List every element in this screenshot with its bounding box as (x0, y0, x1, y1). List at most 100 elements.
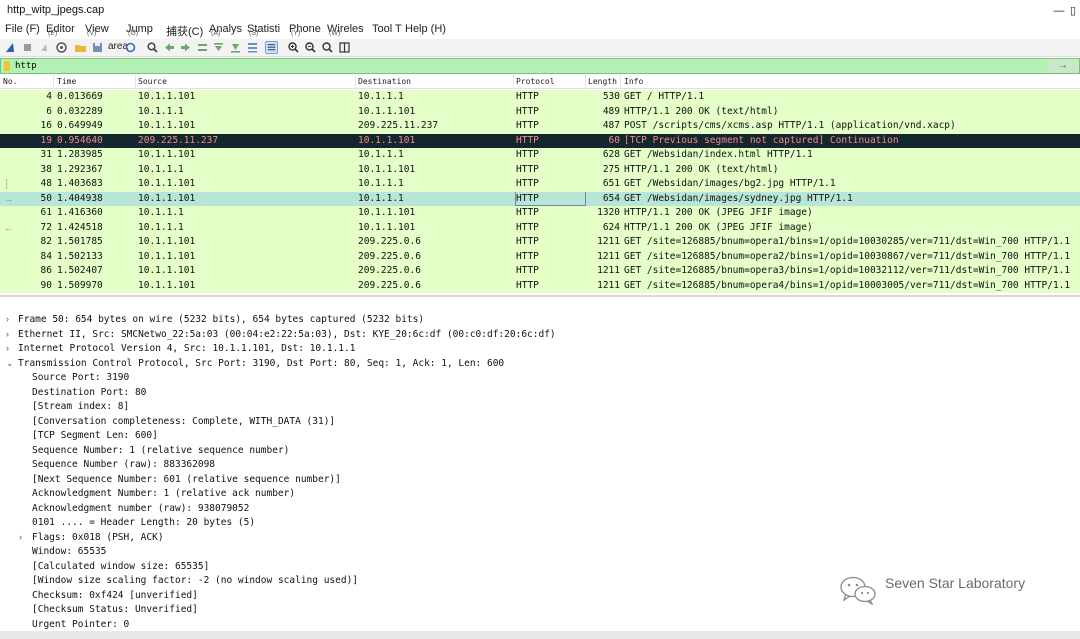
column-header-no[interactable]: No. (3, 77, 17, 86)
go-forward-icon[interactable] (179, 41, 192, 54)
packet-list: 4 0.013669 10.1.1.101 10.1.1.1 HTTP 530 GET / … (0, 90, 1080, 295)
packet-cell-src: 10.1.1.101 (138, 149, 196, 160)
detail-tree-item[interactable]: Sequence Number (raw): 883362098 (32, 458, 215, 473)
detail-tree-item[interactable]: Window: 65535 (32, 545, 106, 560)
expand-arrow-icon[interactable]: › (19, 532, 22, 542)
detail-tree-item[interactable]: [Window size scaling factor: -2 (no wind… (32, 574, 358, 589)
packet-cell-no: 6 (46, 105, 52, 117)
expand-arrow-icon[interactable]: › (6, 343, 9, 353)
shark-fin-start-icon[interactable] (4, 41, 17, 54)
last-packet-icon[interactable] (229, 41, 242, 54)
stop-capture-icon[interactable] (21, 41, 34, 54)
packet-row[interactable]: 48 1.403683 10.1.1.101 10.1.1.1 HTTP 651 GET /… (0, 177, 1080, 192)
colorize-icon[interactable] (265, 41, 278, 54)
packet-row[interactable]: 90 1.509970 10.1.1.101 209.225.0.6 HTTP 1211 G… (0, 278, 1080, 293)
packet-row[interactable]: 82 1.501785 10.1.1.101 209.225.0.6 HTTP 1211 G… (0, 235, 1080, 250)
column-divider[interactable] (355, 75, 356, 89)
detail-tree-item[interactable]: Transmission Control Protocol, Src Port:… (18, 357, 504, 372)
column-header-source[interactable]: Source (138, 77, 167, 86)
reload-icon[interactable] (124, 41, 137, 54)
column-header-time[interactable]: Time (57, 77, 76, 86)
detail-tree-item[interactable]: Source Port: 3190 (32, 371, 129, 386)
detail-tree-item[interactable]: Checksum: 0xf424 [unverified] (32, 589, 198, 604)
first-packet-icon[interactable] (212, 41, 225, 54)
detail-tree-item[interactable]: Sequence Number: 1 (relative sequence nu… (32, 444, 289, 459)
go-back-icon[interactable] (163, 41, 176, 54)
packet-cell-time: 0.649949 (57, 120, 103, 131)
save-file-icon[interactable] (91, 41, 104, 54)
packet-row[interactable]: 61 1.416360 10.1.1.1 10.1.1.101 HTTP 1320 HTTP… (0, 206, 1080, 221)
detail-tree-item[interactable]: [Next Sequence Number: 601 (relative seq… (32, 473, 341, 488)
detail-tree-item[interactable]: [Stream index: 8] (32, 400, 129, 415)
zoom-in-icon[interactable] (287, 41, 300, 54)
menu-item-mnemonic: (W) (329, 30, 341, 37)
collapse-arrow-icon[interactable]: ⌄ (6, 358, 14, 369)
packet-cell-proto: HTTP (516, 91, 539, 102)
display-filter-bar: → (0, 58, 1080, 74)
column-header-protocol[interactable]: Protocol (516, 77, 555, 86)
packet-cell-no: 19 (40, 134, 52, 146)
apply-filter-button[interactable]: → (1047, 59, 1079, 73)
detail-tree-item[interactable]: Frame 50: 654 bytes on wire (5232 bits),… (18, 313, 424, 328)
normal-size-icon[interactable] (321, 41, 334, 54)
menu-item[interactable]: File (F) (5, 23, 40, 35)
column-divider[interactable] (585, 75, 586, 89)
packet-cell-len: 1320 (597, 207, 620, 218)
packet-row[interactable]: 84 1.502133 10.1.1.101 209.225.0.6 HTTP 1211 G… (0, 249, 1080, 264)
packet-row[interactable]: 6 0.032289 10.1.1.1 10.1.1.101 HTTP 489 HTTP/1… (0, 104, 1080, 119)
pane-splitter[interactable] (0, 295, 1080, 311)
column-header-length[interactable]: Length (588, 77, 617, 86)
packet-cell-info: GET / HTTP/1.1 (624, 91, 705, 102)
packet-cell-proto: HTTP (516, 178, 539, 189)
packet-cell-time: 0.954640 (57, 134, 103, 146)
open-file-icon[interactable] (74, 41, 87, 54)
resize-columns-icon[interactable] (338, 41, 351, 54)
column-header-destination[interactable]: Destination (358, 77, 411, 86)
column-divider[interactable] (513, 75, 514, 89)
maximize-button[interactable]: ▯ (1066, 0, 1080, 22)
packet-cell-proto: HTTP (516, 279, 539, 291)
restart-capture-icon[interactable] (38, 41, 51, 54)
packet-row[interactable]: 4 0.013669 10.1.1.101 10.1.1.1 HTTP 530 GET / … (0, 90, 1080, 105)
menu-item[interactable]: Help (H) (405, 23, 446, 35)
packet-row[interactable]: 50 1.404938 10.1.1.101 10.1.1.1 HTTP 654 GET /… (0, 191, 1080, 206)
expand-arrow-icon[interactable]: › (6, 329, 9, 339)
column-divider[interactable] (135, 75, 136, 89)
packet-row[interactable]: 38 1.292367 10.1.1.1 10.1.1.101 HTTP 275 HTTP/… (0, 162, 1080, 177)
packet-row[interactable]: 86 1.502407 10.1.1.101 209.225.0.6 HTTP 1211 G… (0, 264, 1080, 279)
column-divider[interactable] (53, 75, 54, 89)
menu-item[interactable]: 捕获(C) (166, 23, 203, 39)
packet-cell-time: 1.416360 (57, 207, 103, 218)
detail-tree-item[interactable]: Destination Port: 80 (32, 386, 146, 401)
menu-item-mnemonic: (Y) (291, 30, 301, 37)
expand-arrow-icon[interactable]: › (6, 314, 9, 324)
detail-tree-item[interactable]: Urgent Pointer: 0 (32, 618, 129, 633)
detail-tree-item[interactable]: Acknowledgment Number: 1 (relative ack n… (32, 487, 295, 502)
detail-tree-item[interactable]: [TCP Segment Len: 600] (32, 429, 158, 444)
packet-cell-dst: 209.225.0.6 (358, 250, 421, 262)
zoom-out-icon[interactable] (304, 41, 317, 54)
menu-item[interactable]: Tool T (372, 23, 402, 35)
packet-row[interactable]: 31 1.283985 10.1.1.101 10.1.1.1 HTTP 628 GET /… (0, 148, 1080, 163)
packet-cell-info: GET /site=126885/bnum=opera2/bins=1/opid… (624, 250, 1071, 262)
packet-row[interactable]: 16 0.649949 10.1.1.101 209.225.11.237 HTTP 48… (0, 119, 1080, 134)
packet-row[interactable]: 19 0.954640 209.225.11.237 10.1.1.101 HTTP 60… (0, 133, 1080, 148)
filter-bookmark-icon[interactable] (4, 61, 10, 71)
detail-tree-item[interactable]: Ethernet II, Src: SMCNetwo_22:5a:03 (00:… (18, 328, 556, 343)
detail-tree-item[interactable]: 0101 .... = Header Length: 20 bytes (5) (32, 516, 255, 531)
column-divider[interactable] (620, 75, 621, 89)
display-filter-input[interactable] (15, 59, 1045, 73)
find-packet-icon[interactable] (146, 41, 159, 54)
packet-row[interactable]: 72 1.424518 10.1.1.1 10.1.1.101 HTTP 624 HTTP/… (0, 220, 1080, 235)
detail-tree-item[interactable]: [Conversation completeness: Complete, WI… (32, 415, 335, 430)
detail-tree-item[interactable]: [Checksum Status: Unverified] (32, 603, 198, 618)
detail-tree-item[interactable]: Flags: 0x018 (PSH, ACK) (32, 531, 164, 546)
detail-tree-item[interactable]: Internet Protocol Version 4, Src: 10.1.1… (18, 342, 355, 357)
detail-tree-item[interactable]: [Calculated window size: 65535] (32, 560, 209, 575)
column-header-info[interactable]: Info (624, 77, 643, 86)
capture-options-icon[interactable] (55, 41, 68, 54)
minimize-button[interactable]: — (1052, 0, 1066, 22)
autoscroll-icon[interactable] (246, 41, 259, 54)
detail-tree-item[interactable]: Acknowledgment number (raw): 938079052 (32, 502, 249, 517)
go-to-packet-icon[interactable] (196, 41, 209, 54)
